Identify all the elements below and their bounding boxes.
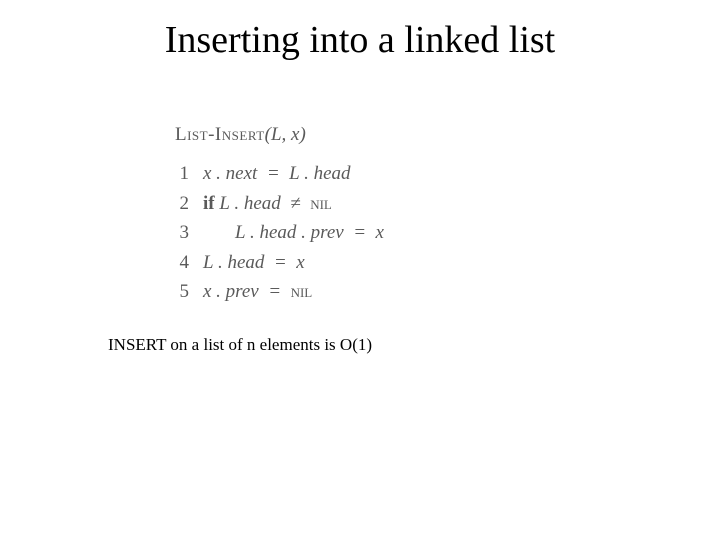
algorithm-name: List-Insert	[175, 124, 265, 145]
algo-line: 2 if L . head ≠ nil	[175, 189, 384, 218]
line-number: 3	[175, 218, 203, 247]
line-code: L . head = x	[203, 248, 384, 277]
line-code: x . next = L . head	[203, 159, 384, 188]
line-number: 5	[175, 277, 203, 306]
complexity-note: INSERT on a list of n elements is O(1)	[108, 335, 372, 355]
algo-line: 4 L . head = x	[175, 248, 384, 277]
algo-line: 3 L . head . prev = x	[175, 218, 384, 247]
line-code: if L . head ≠ nil	[203, 189, 384, 218]
line-number: 2	[175, 189, 203, 218]
algo-line: 1 x . next = L . head	[175, 159, 384, 188]
algo-line: 5 x . prev = nil	[175, 277, 384, 306]
line-code: L . head . prev = x	[203, 218, 384, 247]
algorithm-lines: 1 x . next = L . head 2 if L . head ≠ ni…	[175, 159, 384, 306]
slide-title: Inserting into a linked list	[0, 18, 720, 62]
line-number: 4	[175, 248, 203, 277]
line-number: 1	[175, 159, 203, 188]
algorithm-block: List-Insert(L, x) 1 x . next = L . head …	[175, 120, 384, 307]
slide: Inserting into a linked list List-Insert…	[0, 0, 720, 540]
line-code: x . prev = nil	[203, 277, 384, 306]
algorithm-header: List-Insert(L, x)	[175, 120, 384, 149]
algorithm-args: (L, x)	[265, 124, 306, 145]
